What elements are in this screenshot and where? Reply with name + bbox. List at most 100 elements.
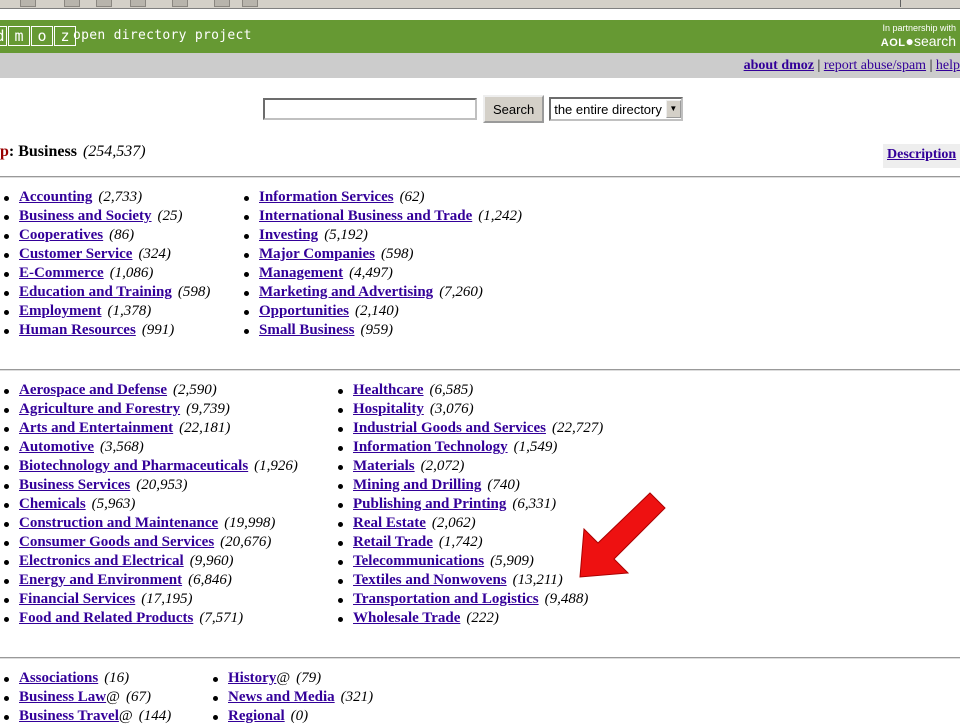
toolbar-icon[interactable] bbox=[20, 0, 36, 7]
category-link[interactable]: Accounting bbox=[19, 189, 92, 205]
category-link[interactable]: Financial Services bbox=[19, 591, 135, 607]
category-link[interactable]: Aerospace and Defense bbox=[19, 382, 167, 398]
report-abuse-link[interactable]: report abuse/spam bbox=[824, 58, 926, 73]
category-link[interactable]: Human Resources bbox=[19, 322, 136, 338]
category-link[interactable]: Transportation and Logistics bbox=[353, 591, 539, 607]
category-link[interactable]: Information Services bbox=[259, 189, 394, 205]
list-item: Arts and Entertainment (22,181) bbox=[0, 419, 298, 438]
category-link[interactable]: Energy and Environment bbox=[19, 572, 182, 588]
category-count: (5,909) bbox=[490, 553, 534, 569]
category-link[interactable]: Investing bbox=[259, 227, 318, 243]
bullet-icon bbox=[213, 715, 218, 720]
category-link[interactable]: Opportunities bbox=[259, 303, 349, 319]
category-link[interactable]: Chemicals bbox=[19, 496, 86, 512]
category-link[interactable]: Telecommunications bbox=[353, 553, 484, 569]
search-button[interactable]: Search bbox=[483, 95, 545, 123]
toolbar-icon[interactable] bbox=[172, 0, 188, 7]
category-link[interactable]: Automotive bbox=[19, 439, 94, 455]
category-link[interactable]: Food and Related Products bbox=[19, 610, 193, 626]
bullet-icon bbox=[4, 598, 9, 603]
category-link[interactable]: Materials bbox=[353, 458, 415, 474]
list-item: Regional (0) bbox=[209, 707, 373, 726]
category-link[interactable]: Real Estate bbox=[353, 515, 426, 531]
category-link[interactable]: Publishing and Printing bbox=[353, 496, 506, 512]
category-link[interactable]: Textiles and Nonwovens bbox=[353, 572, 507, 588]
category-link[interactable]: Healthcare bbox=[353, 382, 424, 398]
help-link[interactable]: help bbox=[936, 58, 960, 73]
category-link[interactable]: Associations bbox=[19, 670, 98, 686]
bullet-icon bbox=[4, 522, 9, 527]
category-link[interactable]: Business Law bbox=[19, 689, 106, 705]
category-link[interactable]: Agriculture and Forestry bbox=[19, 401, 180, 417]
breadcrumb: p: Business (254,537) bbox=[0, 143, 146, 161]
toolbar-icon[interactable] bbox=[130, 0, 146, 7]
search-scope-value: the entire directory bbox=[554, 101, 662, 117]
category-link[interactable]: Wholesale Trade bbox=[353, 610, 460, 626]
category-link[interactable]: Retail Trade bbox=[353, 534, 433, 550]
dropdown-arrow-icon[interactable]: ▼ bbox=[665, 100, 681, 118]
category-link[interactable]: International Business and Trade bbox=[259, 208, 472, 224]
category-link[interactable]: Regional bbox=[228, 708, 285, 724]
category-link[interactable]: Business and Society bbox=[19, 208, 152, 224]
category-link[interactable]: Mining and Drilling bbox=[353, 477, 481, 493]
list-item: E-Commerce (1,086) bbox=[0, 264, 210, 283]
category-count: (254,537) bbox=[82, 143, 146, 160]
category-count: (9,960) bbox=[189, 553, 234, 569]
bullet-icon bbox=[244, 329, 249, 334]
category-link[interactable]: Customer Service bbox=[19, 246, 132, 262]
category-list-primary-left: Accounting (2,733) Business and Society (25… bbox=[0, 188, 210, 340]
about-dmoz-link[interactable]: about dmoz bbox=[744, 58, 814, 73]
list-item: Consumer Goods and Services (20,676) bbox=[0, 533, 298, 552]
search-scope-select[interactable]: the entire directory ▼ bbox=[549, 97, 683, 121]
category-link[interactable]: Construction and Maintenance bbox=[19, 515, 218, 531]
category-count: (598) bbox=[177, 284, 211, 300]
list-item: Construction and Maintenance (19,998) bbox=[0, 514, 298, 533]
dmoz-logo[interactable]: d m o z bbox=[0, 26, 77, 46]
category-count: (1,086) bbox=[109, 265, 154, 281]
bullet-icon bbox=[4, 272, 9, 277]
category-link[interactable]: News and Media bbox=[228, 689, 335, 705]
category-link[interactable]: Small Business bbox=[259, 322, 354, 338]
category-link[interactable]: Management bbox=[259, 265, 343, 281]
category-link[interactable]: Electronics and Electrical bbox=[19, 553, 184, 569]
category-link[interactable]: E-Commerce bbox=[19, 265, 104, 281]
list-item: Customer Service (324) bbox=[0, 245, 210, 264]
logo-letter: d bbox=[0, 26, 7, 46]
category-link[interactable]: Business Services bbox=[19, 477, 130, 493]
bullet-icon bbox=[4, 291, 9, 296]
category-count: (79) bbox=[296, 670, 322, 686]
category-link[interactable]: Hospitality bbox=[353, 401, 424, 417]
category-count: (2,072) bbox=[420, 458, 465, 474]
category-link[interactable]: Information Technology bbox=[353, 439, 508, 455]
bullet-icon bbox=[4, 696, 9, 701]
partner-badge[interactable]: In partnership with AOL●search bbox=[881, 23, 956, 51]
category-link[interactable]: Industrial Goods and Services bbox=[353, 420, 546, 436]
toolbar-icon[interactable] bbox=[242, 0, 258, 7]
category-count: (3,076) bbox=[429, 401, 474, 417]
category-link[interactable]: Cooperatives bbox=[19, 227, 103, 243]
category-link[interactable]: History bbox=[228, 670, 276, 686]
bullet-icon bbox=[4, 484, 9, 489]
breadcrumb-top-link[interactable]: p bbox=[0, 143, 9, 160]
category-link[interactable]: Marketing and Advertising bbox=[259, 284, 433, 300]
symlink-marker: @ bbox=[276, 670, 291, 686]
bullet-icon bbox=[4, 715, 9, 720]
category-link[interactable]: Arts and Entertainment bbox=[19, 420, 173, 436]
search-input[interactable] bbox=[263, 98, 477, 120]
category-count: (2,733) bbox=[98, 189, 143, 205]
toolbar-icon[interactable] bbox=[96, 0, 112, 7]
category-link[interactable]: Employment bbox=[19, 303, 102, 319]
category-link[interactable]: Major Companies bbox=[259, 246, 375, 262]
bullet-icon bbox=[4, 541, 9, 546]
category-link[interactable]: Consumer Goods and Services bbox=[19, 534, 214, 550]
toolbar-icon[interactable] bbox=[214, 0, 230, 7]
category-link[interactable]: Business Travel bbox=[19, 708, 119, 724]
bullet-icon bbox=[338, 503, 343, 508]
bullet-icon bbox=[244, 196, 249, 201]
category-count: (20,676) bbox=[220, 534, 272, 550]
category-link[interactable]: Biotechnology and Pharmaceuticals bbox=[19, 458, 248, 474]
category-link[interactable]: Education and Training bbox=[19, 284, 172, 300]
toolbar-icon[interactable] bbox=[64, 0, 80, 7]
description-link[interactable]: Description bbox=[887, 147, 956, 163]
category-count: (4,497) bbox=[349, 265, 393, 281]
